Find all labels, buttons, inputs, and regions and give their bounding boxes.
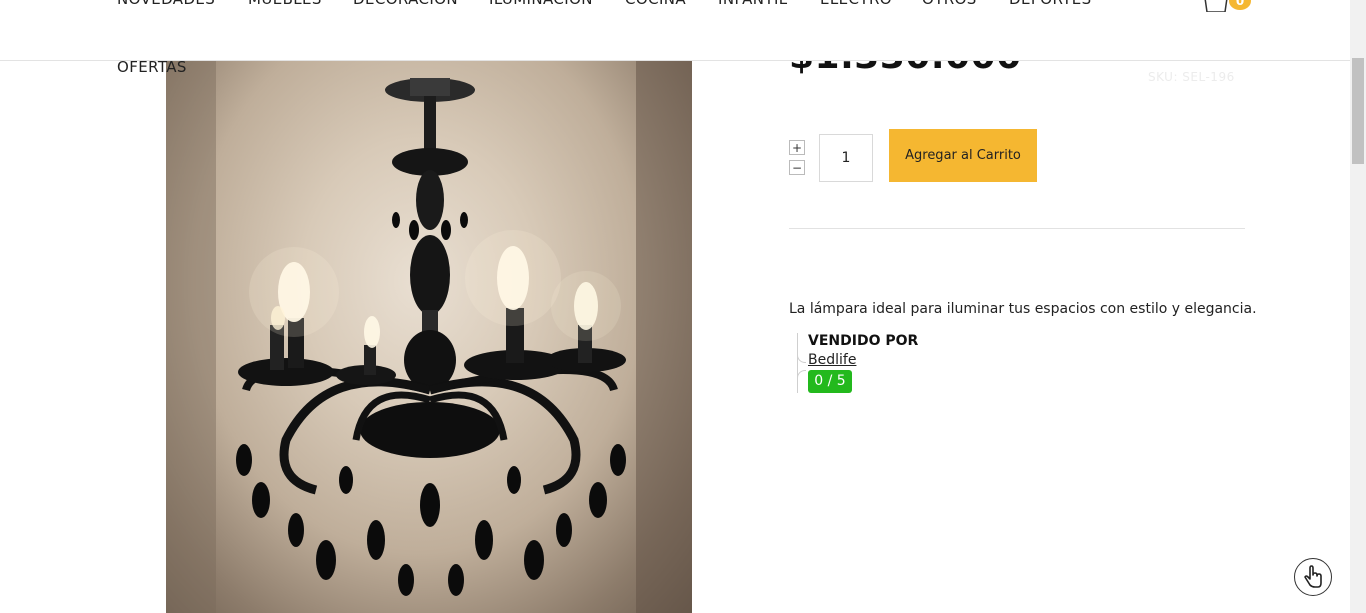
vendor-connector-line <box>797 333 798 393</box>
vendor-name-link[interactable]: Bedlife <box>808 352 856 368</box>
nav-item-muebles[interactable]: MUEBLES <box>248 0 322 8</box>
nav-item-otros[interactable]: OTROS <box>922 0 977 8</box>
nav-item-deportes[interactable]: DEPORTES <box>1009 0 1092 8</box>
quantity-increase-button[interactable]: + <box>789 140 805 155</box>
scrollbar-thumb[interactable] <box>1352 58 1364 164</box>
accessibility-button[interactable] <box>1294 558 1332 596</box>
quantity-decrease-button[interactable]: − <box>789 160 805 175</box>
nav-item-decoracion[interactable]: DECORACIÓN <box>353 0 458 8</box>
product-image[interactable] <box>166 60 692 613</box>
section-divider <box>789 228 1245 229</box>
product-description: La lámpara ideal para iluminar tus espac… <box>789 301 1257 317</box>
vendor-connector-tick <box>797 352 806 363</box>
nav-item-cocina[interactable]: COCINA <box>625 0 686 8</box>
nav-item-electro[interactable]: ELECTRO <box>820 0 892 8</box>
nav-item-novedades[interactable]: NOVEDADES <box>117 0 215 8</box>
nav-item-iluminacion[interactable]: ILUMINACIÓN <box>489 0 593 8</box>
nav-item-infantil[interactable]: INFANTIL <box>718 0 788 8</box>
cart-count-badge: 0 <box>1229 0 1251 10</box>
shopping-bag-icon[interactable] <box>1203 0 1229 12</box>
vendor-connector-tick <box>797 370 806 381</box>
vendor-title: VENDIDO POR <box>808 333 919 349</box>
quantity-input[interactable]: 1 <box>819 134 873 182</box>
chandelier-image <box>166 60 692 613</box>
product-sku: SKU: SEL-196 <box>1148 70 1235 84</box>
add-to-cart-button[interactable]: Agregar al Carrito <box>889 129 1037 182</box>
top-header: NOVEDADES MUEBLES DECORACIÓN ILUMINACIÓN… <box>0 0 1350 61</box>
nav-item-ofertas[interactable]: OFERTAS <box>117 58 187 76</box>
hand-pointer-icon <box>1304 565 1322 588</box>
vendor-rating-badge: 0 / 5 <box>808 370 852 393</box>
